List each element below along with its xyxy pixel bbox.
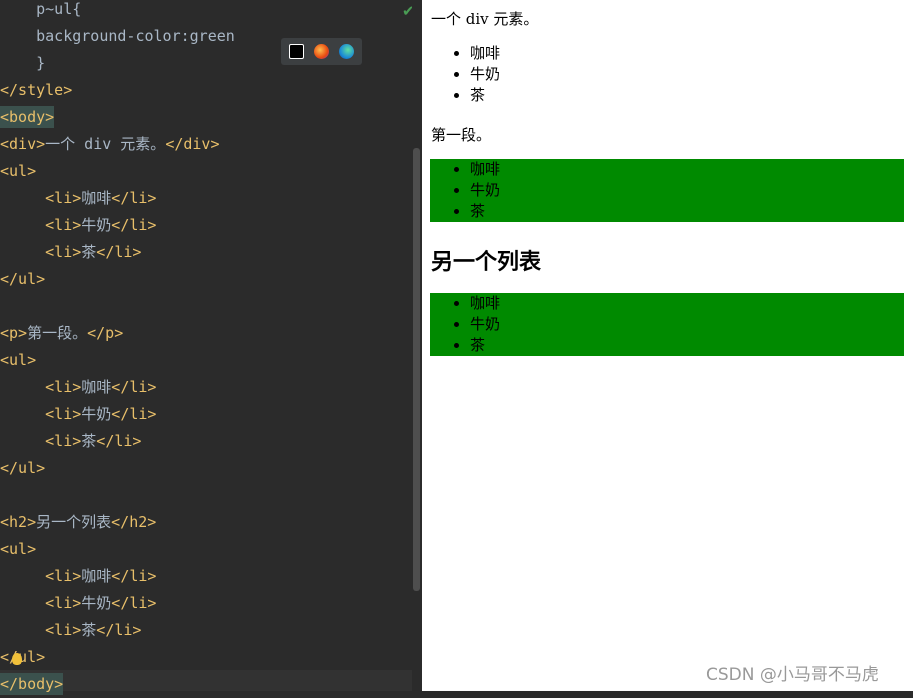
list-item: 咖啡 (470, 159, 904, 180)
code-token: </body> (0, 673, 64, 695)
code-line[interactable]: <body> (0, 104, 55, 131)
code-line[interactable]: <h2>另一个列表</h2> (0, 509, 156, 536)
code-token: </li> (96, 621, 142, 639)
code-line[interactable]: <li>牛奶</li> (0, 212, 156, 239)
code-token: </li> (111, 189, 157, 207)
code-token: 茶 (81, 621, 97, 639)
code-token: 茶 (81, 432, 97, 450)
browser-preview-toolbar (281, 38, 362, 65)
code-token: <ul> (0, 540, 37, 558)
code-token: </li> (111, 216, 157, 234)
code-token: <li> (45, 378, 82, 396)
code-token: </ul> (0, 459, 46, 477)
preview-div: 一个 div 元素。 (431, 10, 539, 28)
code-line[interactable]: </style> (0, 77, 72, 104)
code-line[interactable]: p~ul{ (0, 0, 81, 23)
code-token: </div> (165, 135, 220, 153)
code-line[interactable]: <li>咖啡</li> (0, 374, 156, 401)
code-line[interactable]: <li>咖啡</li> (0, 185, 156, 212)
intellij-icon[interactable] (289, 44, 304, 59)
current-line-highlight (0, 670, 422, 691)
edge-icon[interactable] (339, 44, 354, 59)
code-editor[interactable]: p~ul{ background-color:green } </style> <b… (0, 0, 422, 695)
list-item: 咖啡 (470, 43, 500, 64)
preview-list-1: 咖啡 牛奶 茶 (430, 43, 500, 106)
code-token: </li> (111, 594, 157, 612)
code-line[interactable]: </ul> (0, 455, 45, 482)
code-token: </ul> (0, 270, 46, 288)
intention-bulb-icon[interactable] (12, 653, 22, 665)
code-token: 一个 div 元素。 (45, 135, 166, 153)
code-token: 茶 (81, 243, 97, 261)
code-line[interactable]: <div>一个 div 元素。</div> (0, 131, 220, 158)
code-token: </li> (111, 405, 157, 423)
code-token: 咖啡 (81, 378, 112, 396)
code-token: <li> (45, 621, 82, 639)
code-line[interactable]: <p>第一段。</p> (0, 320, 123, 347)
code-token: <li> (45, 405, 82, 423)
code-line[interactable]: <li>茶</li> (0, 239, 141, 266)
code-token: <li> (45, 567, 82, 585)
code-token: <div> (0, 135, 46, 153)
code-token: </li> (111, 567, 157, 585)
code-token: p~ul{ (36, 0, 82, 18)
code-line[interactable]: <li>咖啡</li> (0, 563, 156, 590)
code-token: <body> (0, 106, 55, 128)
code-line[interactable]: <li>茶</li> (0, 428, 141, 455)
code-token: <li> (45, 243, 82, 261)
code-line[interactable]: <li>茶</li> (0, 617, 141, 644)
code-line[interactable]: </ul> (0, 266, 45, 293)
code-token: } (36, 54, 46, 72)
code-line[interactable]: background-color:green (0, 23, 235, 50)
code-token: </style> (0, 81, 73, 99)
code-token: <li> (45, 216, 82, 234)
preview-list-3: 咖啡 牛奶 茶 (430, 293, 904, 356)
code-token: 咖啡 (81, 567, 112, 585)
code-token: <p> (0, 324, 28, 342)
code-token: <ul> (0, 351, 37, 369)
browser-preview: 一个 div 元素。 咖啡 牛奶 茶 第一段。 咖啡 牛奶 茶 另一个列表 咖啡… (422, 0, 913, 691)
list-item: 牛奶 (470, 314, 904, 335)
code-line[interactable]: <li>牛奶</li> (0, 590, 156, 617)
list-item: 咖啡 (470, 293, 904, 314)
code-line[interactable]: <ul> (0, 536, 36, 563)
list-item: 茶 (470, 201, 904, 222)
code-token: <h2> (0, 513, 37, 531)
code-line[interactable]: <ul> (0, 158, 36, 185)
preview-paragraph: 第一段。 (431, 126, 492, 144)
code-token: <ul> (0, 162, 37, 180)
list-item: 茶 (470, 85, 500, 106)
code-line[interactable]: </body> (0, 671, 64, 698)
code-token: <li> (45, 432, 82, 450)
code-token: </ul> (0, 648, 46, 666)
preview-heading: 另一个列表 (431, 250, 542, 275)
code-token: 咖啡 (81, 189, 112, 207)
code-token: background-color:green (36, 27, 235, 45)
watermark: CSDN @小马哥不马虎 (706, 665, 879, 685)
list-item: 牛奶 (470, 180, 904, 201)
code-token: </h2> (111, 513, 157, 531)
code-line[interactable]: <li>牛奶</li> (0, 401, 156, 428)
list-item: 茶 (470, 335, 904, 356)
editor-scrollbar-thumb[interactable] (413, 148, 420, 591)
code-token: </li> (111, 378, 157, 396)
code-line[interactable]: } (0, 50, 45, 77)
code-token: </p> (87, 324, 124, 342)
code-token: </li> (96, 243, 142, 261)
code-line[interactable]: </ul> (0, 644, 45, 671)
code-token: 第一段。 (27, 324, 88, 342)
code-token: 牛奶 (81, 405, 112, 423)
code-token: </li> (96, 432, 142, 450)
code-token: 牛奶 (81, 594, 112, 612)
code-line[interactable]: <ul> (0, 347, 36, 374)
list-item: 牛奶 (470, 64, 500, 85)
firefox-icon[interactable] (314, 44, 329, 59)
code-token: 牛奶 (81, 216, 112, 234)
code-token: <li> (45, 189, 82, 207)
preview-list-2: 咖啡 牛奶 茶 (430, 159, 904, 222)
code-token: <li> (45, 594, 82, 612)
code-token: 另一个列表 (36, 513, 112, 531)
